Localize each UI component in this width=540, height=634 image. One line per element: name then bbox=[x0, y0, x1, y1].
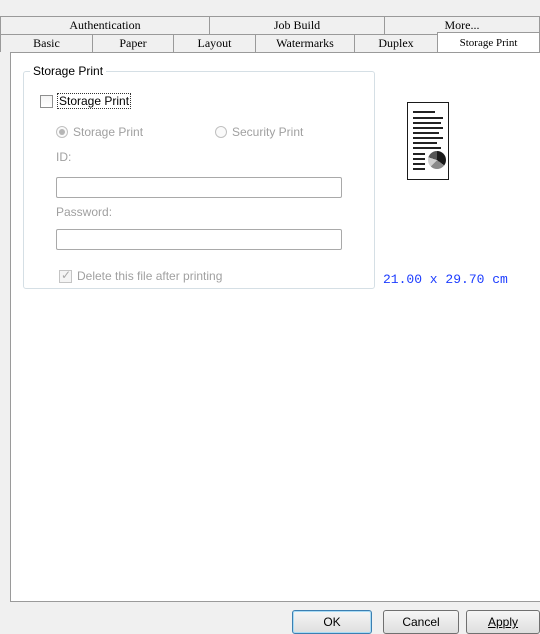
radio-storage-print[interactable]: Storage Print bbox=[56, 125, 143, 139]
checkbox-box-checked[interactable] bbox=[59, 268, 72, 283]
tab-layout[interactable]: Layout bbox=[173, 34, 256, 52]
storage-print-checkbox-label: Storage Print bbox=[57, 93, 132, 109]
ok-button[interactable]: OK bbox=[292, 610, 372, 634]
tab-row-front: Basic Paper Layout Watermarks Duplex Sto… bbox=[0, 32, 540, 52]
radio-dot[interactable] bbox=[215, 126, 227, 138]
id-label: ID: bbox=[56, 150, 72, 164]
delete-after-printing-checkbox[interactable]: Delete this file after printing bbox=[59, 268, 223, 283]
apply-button[interactable]: Apply bbox=[466, 610, 540, 634]
tab-watermarks[interactable]: Watermarks bbox=[255, 34, 355, 52]
storage-print-checkbox[interactable]: Storage Print bbox=[40, 93, 132, 109]
delete-after-printing-label: Delete this file after printing bbox=[77, 269, 223, 283]
password-label: Password: bbox=[56, 205, 113, 219]
tab-basic[interactable]: Basic bbox=[0, 34, 93, 52]
page-size-readout: 21.00 x 29.70 cm bbox=[383, 272, 508, 287]
document-preview-icon bbox=[407, 102, 449, 180]
pie-chart-icon bbox=[428, 151, 446, 169]
id-input[interactable] bbox=[56, 177, 342, 198]
checkbox-box[interactable] bbox=[40, 94, 53, 108]
radio-security-print[interactable]: Security Print bbox=[215, 125, 303, 139]
tab-storage-print[interactable]: Storage Print bbox=[437, 32, 540, 52]
tab-authentication[interactable]: Authentication bbox=[0, 16, 210, 34]
radio-storage-print-label: Storage Print bbox=[73, 125, 144, 139]
group-title: Storage Print bbox=[30, 64, 107, 78]
cancel-button[interactable]: Cancel bbox=[383, 610, 459, 634]
storage-print-group: Storage Print Storage Print Storage Prin… bbox=[23, 64, 375, 289]
tab-content-panel: Storage Print Storage Print Storage Prin… bbox=[10, 52, 540, 602]
password-input[interactable] bbox=[56, 229, 342, 250]
tab-paper[interactable]: Paper bbox=[92, 34, 174, 52]
radio-dot-selected[interactable] bbox=[56, 126, 68, 138]
tab-job-build[interactable]: Job Build bbox=[209, 16, 385, 34]
radio-security-print-label: Security Print bbox=[232, 125, 304, 139]
tab-duplex[interactable]: Duplex bbox=[354, 34, 438, 52]
